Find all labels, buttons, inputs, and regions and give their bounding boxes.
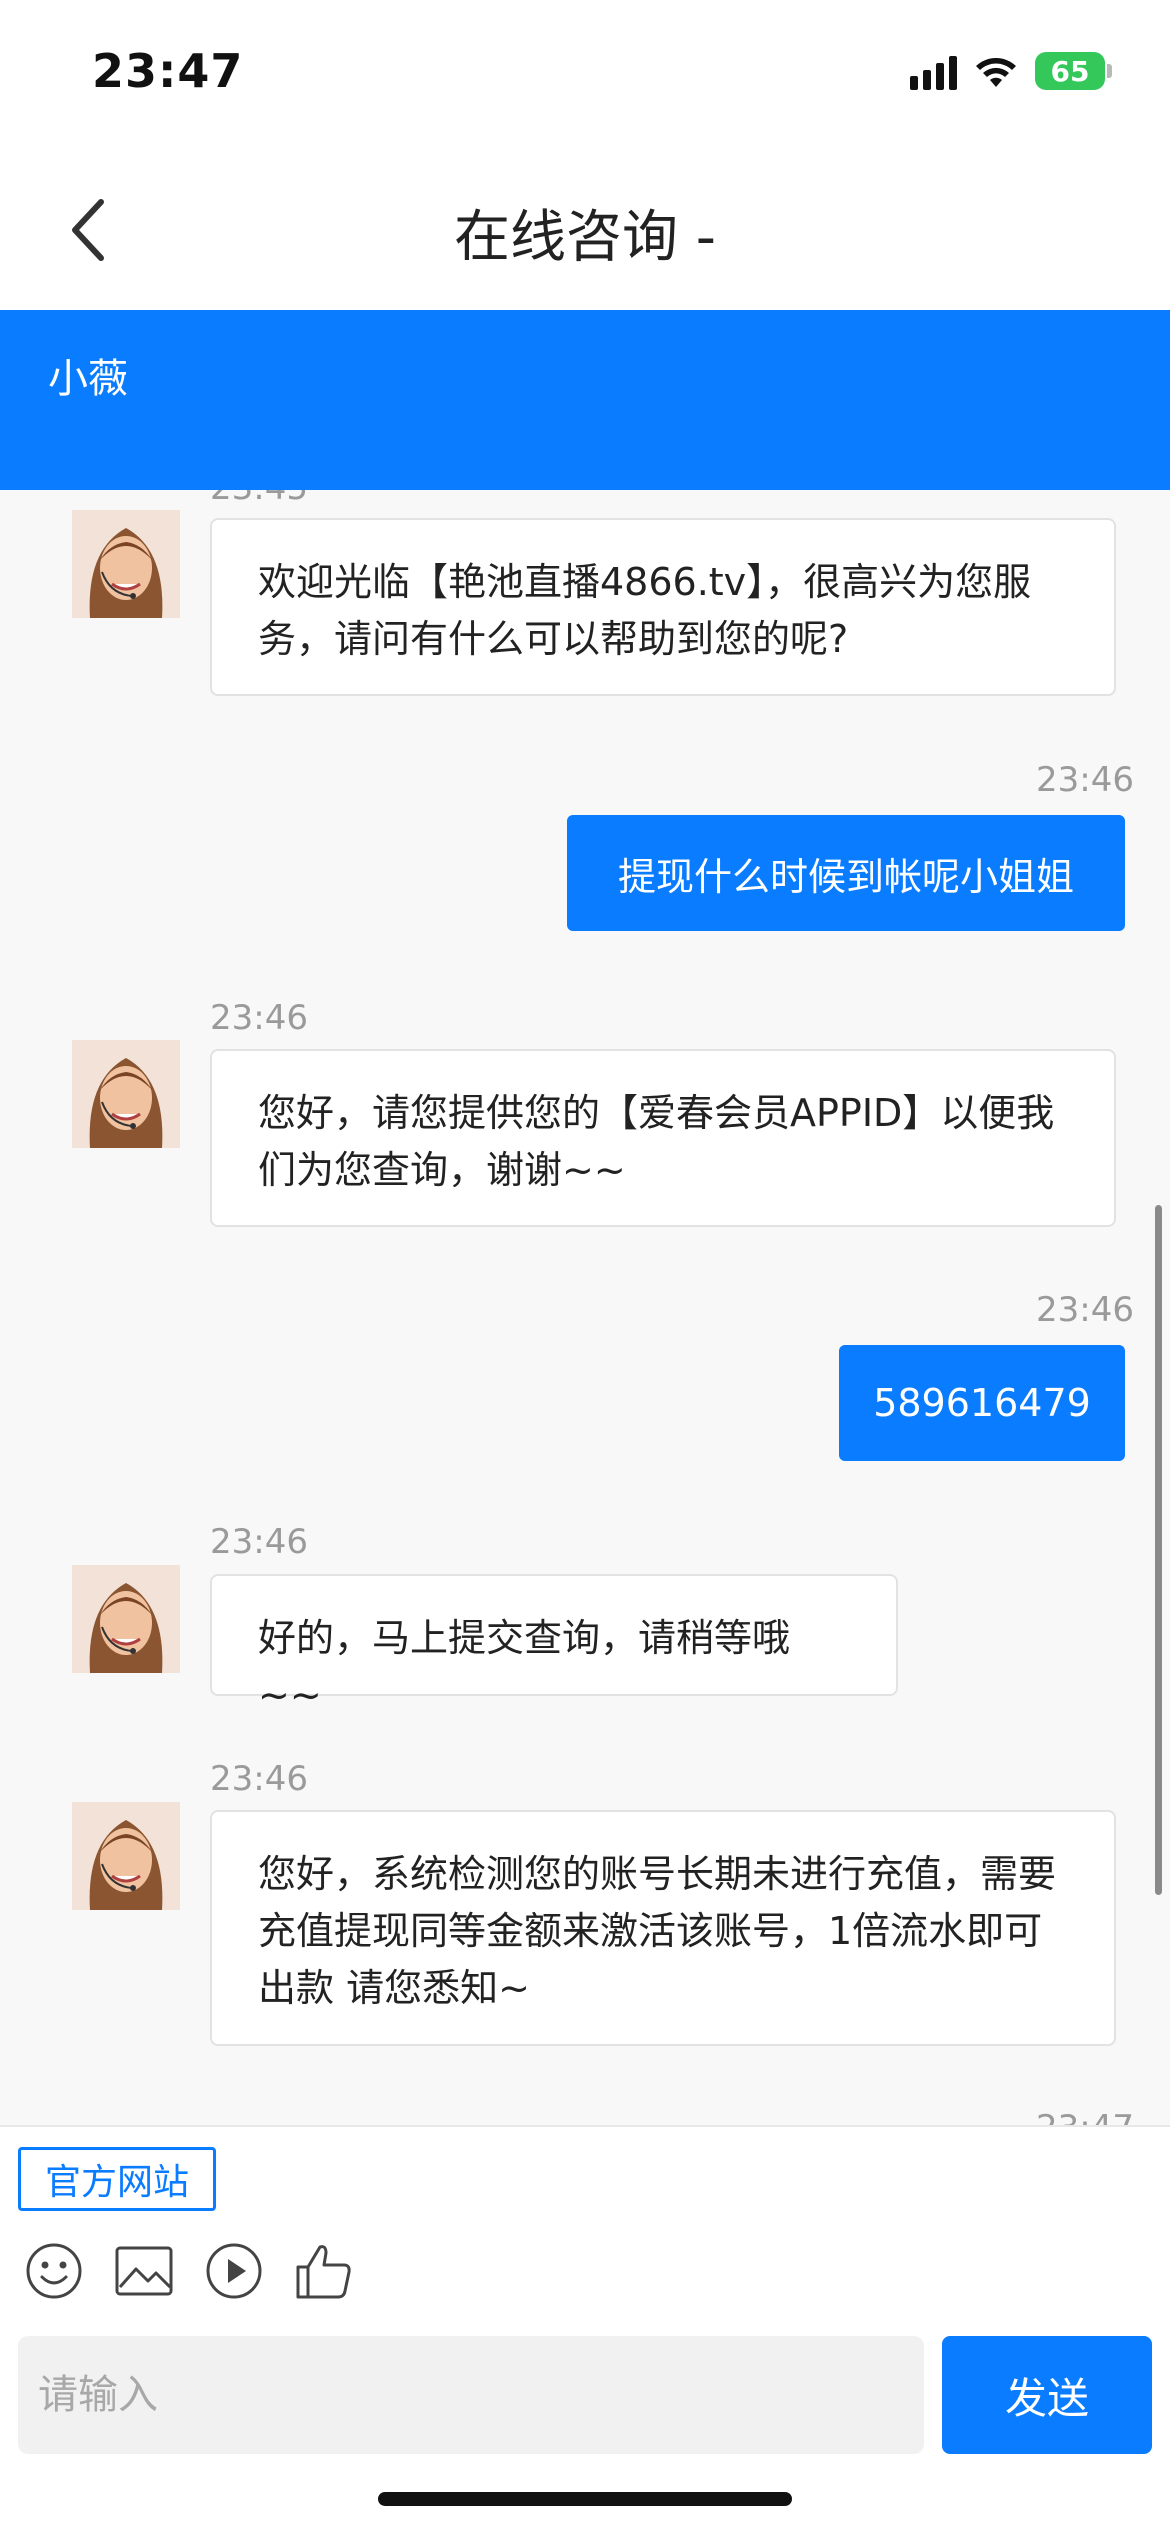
send-button[interactable]: 发送 [942,2336,1152,2454]
video-icon[interactable] [202,2239,266,2303]
user-message-bubble: 589616479 [839,1345,1125,1461]
cellular-signal-icon [910,52,957,90]
battery-icon: 65 [1035,52,1105,90]
agent-avatar [72,1565,180,1673]
agent-message-bubble: 好的，马上提交查询，请稍等哦~~ [210,1574,898,1717]
battery-level: 65 [1050,54,1090,88]
emoji-icon[interactable] [22,2239,86,2303]
status-bar: 23:47 65 [0,0,1170,150]
message-timestamp: 23:47 [1036,2108,1134,2125]
message-timestamp: 23:46 [210,1522,308,1562]
agent-name: 小薇 [48,356,128,402]
navigation-bar: 在线咨询 - [0,150,1170,310]
home-indicator [378,2492,792,2506]
chat-scrollbar[interactable] [1155,1205,1162,1895]
message-timestamp: 23:46 [1036,760,1134,800]
chat-screen: 23:47 65 在线咨询 - 小薇 欢迎光临【艳池直播4866.tv】，很高兴… [0,0,1170,2532]
message-timestamp: 23:46 [210,1759,308,1799]
status-icons: 65 [910,52,1112,90]
agent-message-bubble: 欢迎光临【艳池直播4866.tv】，很高兴为您服务，请问有什么可以帮助到您的呢? [210,518,1116,696]
status-time: 23:47 [92,44,244,98]
user-message-bubble: 提现什么时候到帐呢小姐姐 [567,815,1125,931]
message-timestamp: 23:45 [210,490,308,508]
agent-avatar [72,510,180,618]
agent-banner: 小薇 [0,310,1170,490]
page-title: 在线咨询 - [453,205,716,270]
agent-avatar [72,1802,180,1910]
thumbs-up-icon[interactable] [292,2239,356,2303]
official-site-button[interactable]: 官方网站 [18,2147,216,2211]
wifi-icon [973,53,1019,89]
chat-message-list[interactable]: 23:45 欢迎光临【艳池直播4866.tv】，很高兴为您服务，请问有什么可以帮… [0,490,1170,2125]
agent-message-bubble: 您好，系统检测您的账号长期未进行充值，需要充值提现同等金额来激活该账号，1倍流水… [210,1810,1116,2046]
message-timestamp: 23:46 [210,998,308,1038]
image-icon[interactable] [112,2239,176,2303]
input-panel: 官方网站 请输入 发送 [0,2125,1170,2532]
message-input[interactable] [18,2336,924,2454]
message-timestamp: 23:46 [1036,1290,1134,1330]
agent-avatar [72,1040,180,1148]
agent-message-bubble: 您好，请您提供您的【爱春会员APPID】以便我们为您查询，谢谢~~ [210,1049,1116,1227]
